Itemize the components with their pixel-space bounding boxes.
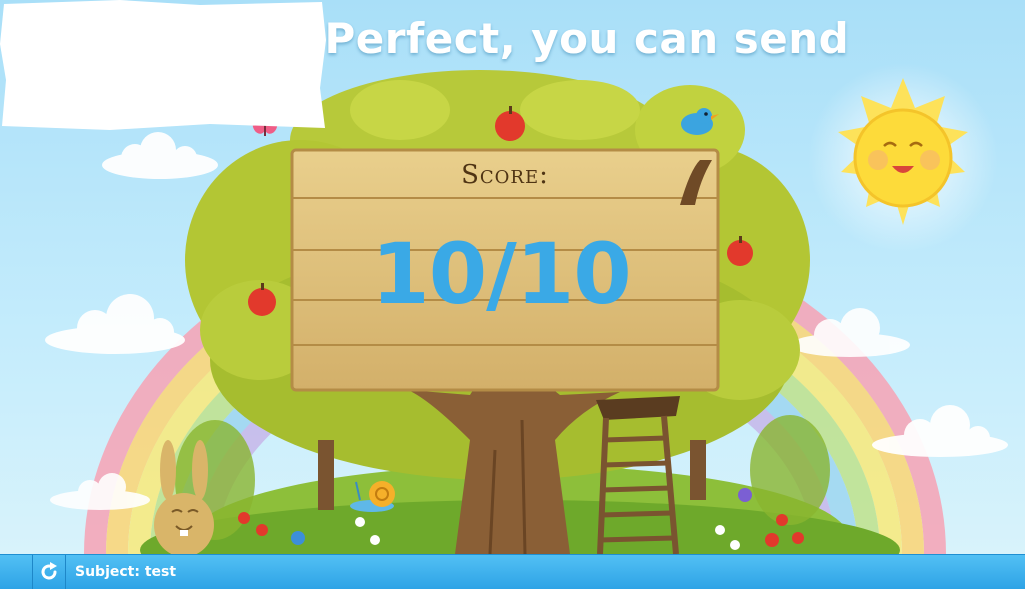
cloud-left-mid	[45, 294, 185, 354]
score-value: 10/10	[371, 225, 631, 323]
score-label: Score:	[461, 160, 549, 190]
subject-label: Subject: test	[75, 564, 177, 580]
sun-icon	[808, 63, 998, 253]
reload-icon	[41, 562, 57, 580]
cloud-left-top	[102, 132, 218, 179]
footer-strip	[0, 589, 1025, 598]
bottom-bar: Subject: test	[0, 554, 1025, 589]
game-scene: Wow! Perfect, you can send Score: 10/10	[0, 0, 1025, 554]
bar-divider	[32, 555, 33, 589]
score-paper	[0, 0, 326, 130]
reload-button[interactable]	[0, 555, 66, 589]
